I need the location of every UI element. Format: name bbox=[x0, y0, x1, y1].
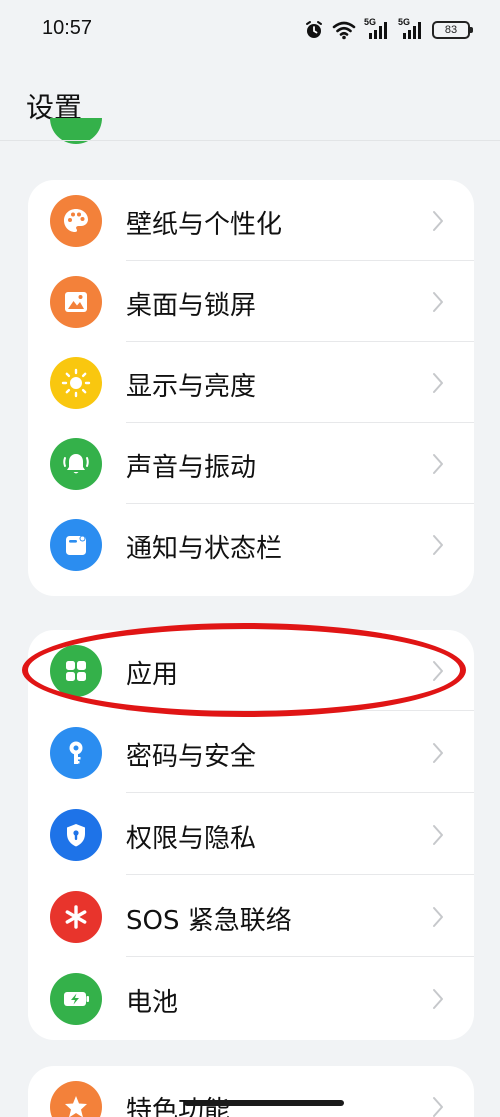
chevron-right-icon bbox=[433, 907, 443, 927]
settings-item-label: 电池 bbox=[126, 988, 179, 1018]
key-icon bbox=[50, 727, 102, 779]
settings-screen: 10:57 5G 5G 83 设置 壁纸与个性化 桌面与锁屏 显示与亮度 声音与… bbox=[0, 0, 500, 1117]
battery-level: 83 bbox=[444, 24, 458, 36]
signal-icon: 5G bbox=[398, 17, 424, 41]
settings-item-notifications-statusbar[interactable]: 通知与状态栏 bbox=[28, 504, 474, 585]
settings-item-label: 桌面与锁屏 bbox=[126, 291, 257, 321]
row-divider bbox=[126, 792, 474, 793]
battery-charge-icon bbox=[50, 973, 102, 1025]
chevron-right-icon bbox=[433, 661, 443, 681]
settings-group-personalization: 壁纸与个性化 桌面与锁屏 显示与亮度 声音与振动 通知与状态栏 bbox=[28, 180, 474, 596]
settings-item-special-features[interactable]: 特色功能 bbox=[28, 1066, 474, 1117]
settings-item-label: 应用 bbox=[126, 660, 179, 690]
row-divider bbox=[126, 710, 474, 711]
chevron-right-icon bbox=[433, 454, 443, 474]
settings-item-wallpaper[interactable]: 壁纸与个性化 bbox=[28, 180, 474, 261]
settings-item-label: SOS 紧急联络 bbox=[126, 906, 292, 936]
chevron-right-icon bbox=[433, 1097, 443, 1117]
shield-icon bbox=[50, 809, 102, 861]
header-divider bbox=[0, 140, 500, 141]
settings-group-apps-security: 应用 密码与安全 权限与隐私 SOS 紧急联络 电池 bbox=[28, 630, 474, 1040]
settings-item-label: 壁纸与个性化 bbox=[126, 210, 283, 240]
settings-group-features: 特色功能 bbox=[28, 1066, 474, 1117]
chevron-right-icon bbox=[433, 743, 443, 763]
row-divider bbox=[126, 956, 474, 957]
settings-item-apps[interactable]: 应用 bbox=[28, 630, 474, 711]
status-time: 10:57 bbox=[42, 17, 93, 39]
bell-icon bbox=[50, 438, 102, 490]
settings-item-label: 通知与状态栏 bbox=[126, 534, 283, 564]
status-icons: 5G 5G 83 bbox=[304, 17, 473, 43]
home-indicator[interactable] bbox=[184, 1100, 344, 1106]
sun-icon bbox=[50, 357, 102, 409]
settings-item-label: 权限与隐私 bbox=[126, 824, 257, 854]
chevron-right-icon bbox=[433, 292, 443, 312]
settings-item-desktop-lockscreen[interactable]: 桌面与锁屏 bbox=[28, 261, 474, 342]
settings-item-battery[interactable]: 电池 bbox=[28, 958, 474, 1039]
picture-icon bbox=[50, 276, 102, 328]
settings-item-sos-emergency[interactable]: SOS 紧急联络 bbox=[28, 876, 474, 957]
row-divider bbox=[126, 874, 474, 875]
sos-asterisk-icon bbox=[50, 891, 102, 943]
notification-icon bbox=[50, 519, 102, 571]
star-icon bbox=[50, 1081, 102, 1117]
chevron-right-icon bbox=[433, 211, 443, 231]
settings-item-label: 声音与振动 bbox=[126, 453, 257, 483]
settings-item-display-brightness[interactable]: 显示与亮度 bbox=[28, 342, 474, 423]
settings-item-label: 显示与亮度 bbox=[126, 372, 257, 402]
palette-icon bbox=[50, 195, 102, 247]
settings-item-sound-vibration[interactable]: 声音与振动 bbox=[28, 423, 474, 504]
chevron-right-icon bbox=[433, 825, 443, 845]
apps-grid-icon bbox=[50, 645, 102, 697]
alarm-icon bbox=[304, 20, 324, 40]
chevron-right-icon bbox=[433, 373, 443, 393]
settings-item-label: 密码与安全 bbox=[126, 742, 257, 772]
signal-icon: 5G bbox=[364, 17, 390, 41]
wifi-icon bbox=[332, 20, 356, 40]
settings-item-permissions-privacy[interactable]: 权限与隐私 bbox=[28, 794, 474, 875]
chevron-right-icon bbox=[433, 535, 443, 555]
settings-item-password-security[interactable]: 密码与安全 bbox=[28, 712, 474, 793]
status-bar: 10:57 5G 5G 83 bbox=[0, 0, 500, 60]
chevron-right-icon bbox=[433, 989, 443, 1009]
battery-icon: 83 bbox=[432, 21, 473, 39]
